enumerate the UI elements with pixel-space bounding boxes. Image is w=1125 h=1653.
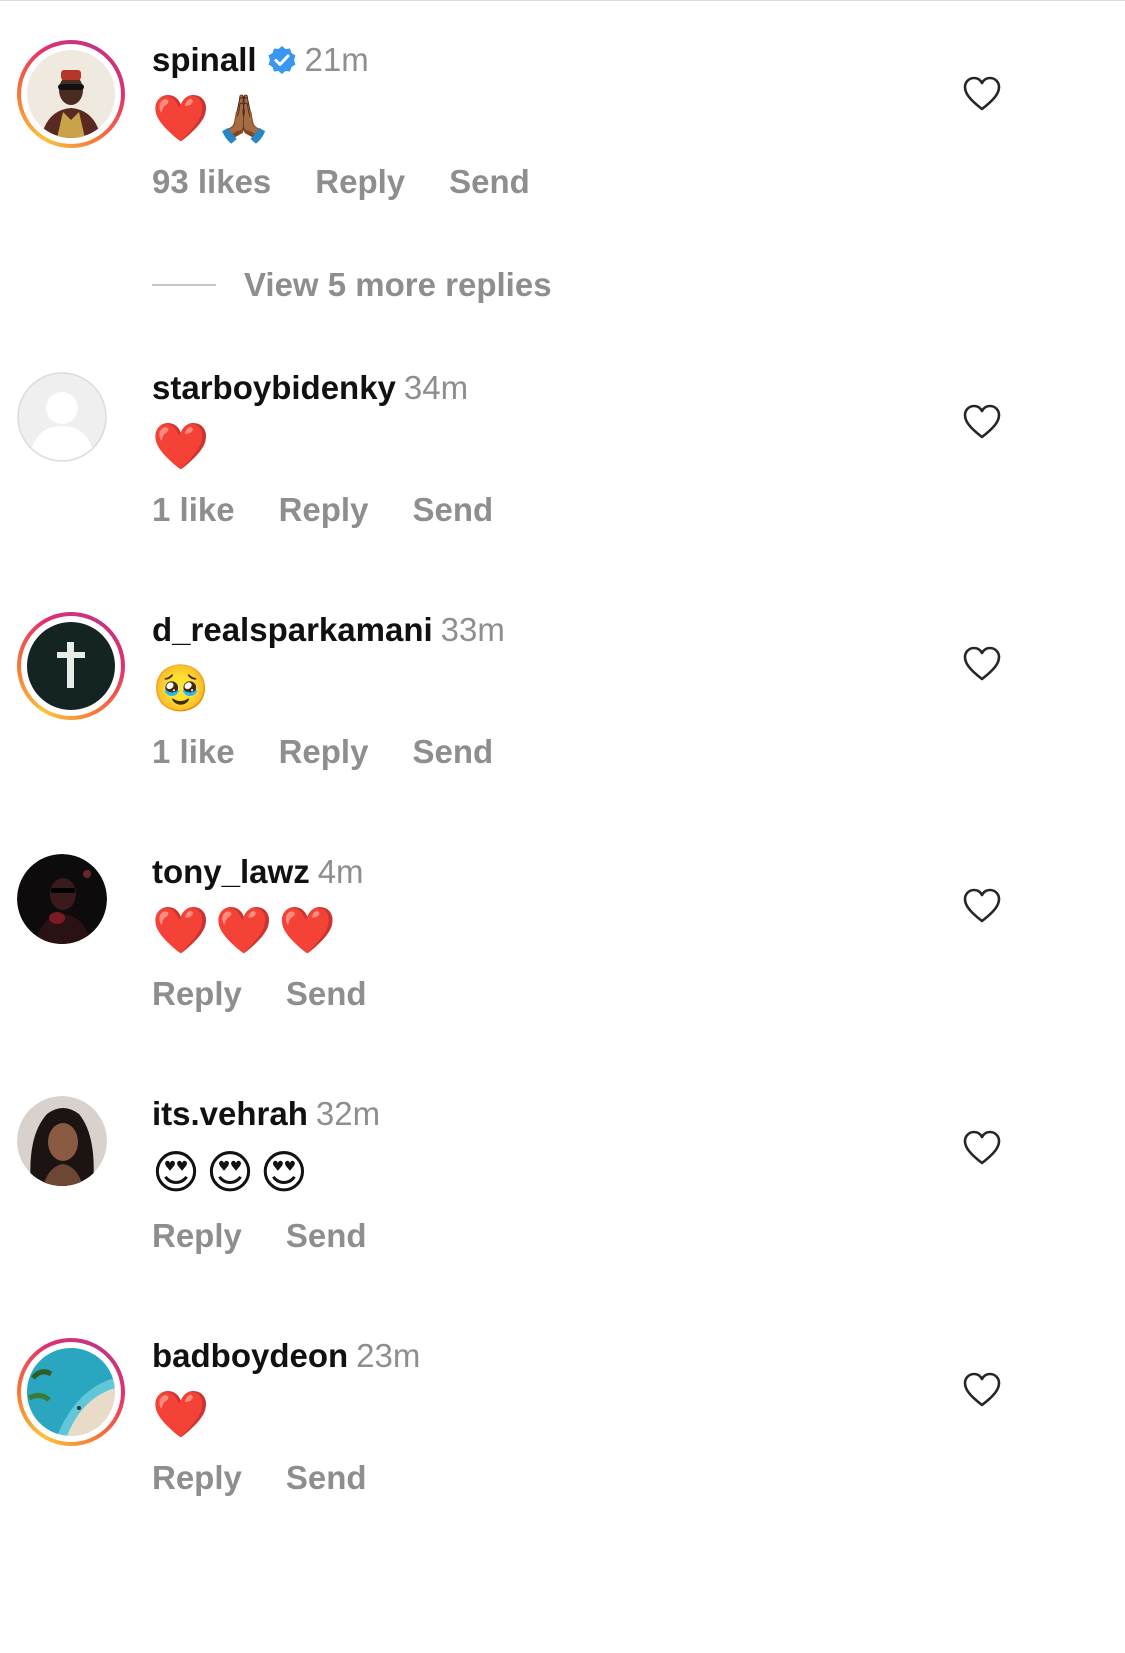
send-button[interactable]: Send xyxy=(286,1217,367,1254)
avatar[interactable] xyxy=(17,40,125,148)
comment-text: ❤️ xyxy=(152,419,216,473)
comment-time: 23m xyxy=(356,1337,421,1374)
comment-time: 21m xyxy=(304,41,369,78)
comment-time: 33m xyxy=(440,611,505,648)
reply-button[interactable]: Reply xyxy=(152,975,242,1012)
comment-item: d_realsparkamani 33m 🥹 1 like Reply Send xyxy=(0,610,1125,810)
reply-button[interactable]: Reply xyxy=(279,491,369,528)
send-button[interactable]: Send xyxy=(412,491,493,528)
verified-badge-icon xyxy=(267,44,297,74)
comment-item: its.vehrah 32m 😍😍😍 Reply Send xyxy=(0,1094,1125,1294)
comment-username[interactable]: tony_lawz xyxy=(152,853,310,890)
comment-item: starboybidenky 34m ❤️ 1 like Reply Send xyxy=(0,368,1125,568)
send-button[interactable]: Send xyxy=(286,975,367,1012)
comment-username[interactable]: spinall xyxy=(152,41,257,78)
divider-line xyxy=(152,284,216,286)
reply-button[interactable]: Reply xyxy=(152,1217,242,1254)
comment-item: spinall 21m ❤️🙏🏾 93 likes Reply Send xyxy=(0,40,1125,240)
view-more-replies-label[interactable]: View 5 more replies xyxy=(244,266,552,303)
comment-username[interactable]: its.vehrah xyxy=(152,1095,308,1132)
comment-username[interactable]: d_realsparkamani xyxy=(152,611,433,648)
likes-count[interactable]: 93 likes xyxy=(152,163,271,200)
likes-count[interactable]: 1 like xyxy=(152,733,235,770)
comment-username[interactable]: badboydeon xyxy=(152,1337,348,1374)
comment-username[interactable]: starboybidenky xyxy=(152,369,396,406)
comment-text: 😍😍😍 xyxy=(152,1145,314,1199)
avatar[interactable] xyxy=(17,612,125,720)
like-heart-icon[interactable] xyxy=(963,404,1001,440)
comment-time: 34m xyxy=(403,369,469,406)
like-heart-icon[interactable] xyxy=(963,1130,1001,1166)
comment-item: tony_lawz 4m ❤️❤️❤️ Reply Send xyxy=(0,852,1125,1052)
send-button[interactable]: Send xyxy=(412,733,493,770)
like-heart-icon[interactable] xyxy=(963,1372,1001,1408)
avatar[interactable] xyxy=(17,854,107,944)
comment-item: badboydeon 23m ❤️ Reply Send xyxy=(0,1336,1125,1536)
comment-time: 4m xyxy=(317,853,364,890)
comment-text: ❤️🙏🏾 xyxy=(152,91,279,145)
avatar[interactable] xyxy=(17,372,107,462)
reply-button[interactable]: Reply xyxy=(315,163,405,200)
comment-time: 32m xyxy=(315,1095,381,1132)
avatar[interactable] xyxy=(17,1338,125,1446)
top-divider xyxy=(0,0,1125,1)
avatar[interactable] xyxy=(17,1096,107,1186)
send-button[interactable]: Send xyxy=(286,1459,367,1496)
reply-button[interactable]: Reply xyxy=(152,1459,242,1496)
send-button[interactable]: Send xyxy=(449,163,530,200)
likes-count[interactable]: 1 like xyxy=(152,491,235,528)
view-more-replies[interactable]: View 5 more replies xyxy=(152,266,552,306)
comment-text: 🥹 xyxy=(152,661,216,715)
comment-text: ❤️ xyxy=(152,1387,216,1441)
comment-text: ❤️❤️❤️ xyxy=(152,903,342,957)
like-heart-icon[interactable] xyxy=(963,888,1001,924)
like-heart-icon[interactable] xyxy=(963,76,1001,112)
reply-button[interactable]: Reply xyxy=(279,733,369,770)
like-heart-icon[interactable] xyxy=(963,646,1001,682)
